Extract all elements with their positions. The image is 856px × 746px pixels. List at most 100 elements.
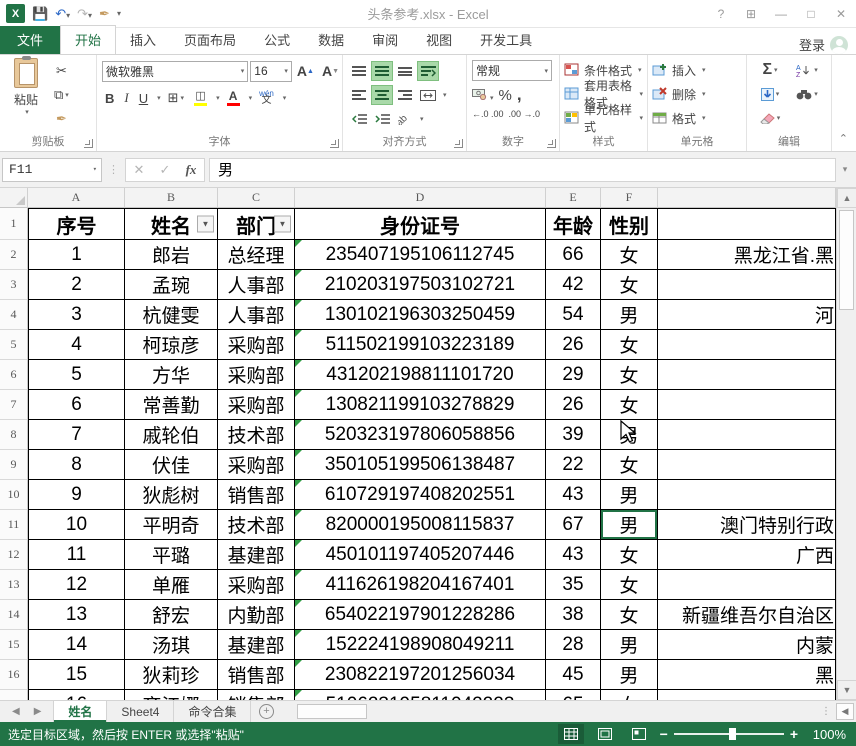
cell-dept[interactable]: 技术部 [218,420,295,450]
cell-id[interactable]: 230822197201256034 [295,660,546,690]
decrease-decimal-button[interactable]: .00 →.0 [509,109,541,119]
cell-styles-button[interactable]: 单元格样式▾ [560,106,647,130]
format-painter-button[interactable]: ✒ [51,108,72,130]
row-header-12[interactable]: 12 [0,540,28,570]
cell-dept[interactable]: 采购部 [218,450,295,480]
cell-age[interactable]: 35 [546,570,601,600]
ribbon-tab-数据[interactable]: 数据 [304,26,358,54]
cell-name[interactable]: 单雁 [125,570,218,600]
align-bottom-button[interactable] [395,62,415,80]
cell-id[interactable]: 520323197806058856 [295,420,546,450]
cell-num[interactable]: 5 [28,360,125,390]
ribbon-tab-审阅[interactable]: 审阅 [358,26,412,54]
cell-id[interactable]: 820000195008115837 [295,510,546,540]
prev-sheet-icon[interactable]: ◀ [12,706,20,717]
cell-age[interactable]: 67 [546,510,601,540]
copy-button[interactable]: ⧉▾ [51,84,72,106]
cell-gender[interactable]: 女 [601,540,658,570]
cell-extra[interactable] [658,570,836,600]
borders-button[interactable]: ⊞▾ [165,87,187,109]
align-left-button[interactable] [349,86,369,104]
cell-name[interactable]: 柯琼彦 [125,330,218,360]
cell-num[interactable]: 4 [28,330,125,360]
row-header-11[interactable]: 11 [0,510,28,540]
header-cell-性别[interactable]: 性别 [601,208,658,240]
cell-gender[interactable]: 女 [601,690,658,700]
decrease-indent-button[interactable] [349,110,369,128]
formula-input[interactable]: 男 [209,158,836,182]
zoom-slider[interactable] [674,733,784,735]
zoom-slider-thumb[interactable] [729,728,736,740]
cell-num[interactable]: 13 [28,600,125,630]
cell-age[interactable]: 66 [546,240,601,270]
cell-age[interactable]: 28 [546,630,601,660]
row-header-17[interactable]: 17 [0,690,28,700]
fill-color-button[interactable]: ◫ [191,87,210,109]
cell-extra[interactable]: 河 [658,300,836,330]
cell-gender[interactable]: 男 [601,630,658,660]
row-header-13[interactable]: 13 [0,570,28,600]
cell-extra[interactable]: 广西 [658,540,836,570]
cell-dept[interactable]: 总经理 [218,240,295,270]
header-cell-身份证号[interactable]: 身份证号 [295,208,546,240]
cell-num[interactable]: 11 [28,540,125,570]
format-painter-icon[interactable]: ✒ [99,7,110,20]
shrink-font-button[interactable]: A▼ [319,60,342,82]
cell-num[interactable]: 9 [28,480,125,510]
cell-name[interactable]: 平明奇 [125,510,218,540]
cell-age[interactable]: 45 [546,660,601,690]
scroll-left-icon[interactable]: ◀ [836,703,854,720]
autosum-button[interactable]: Σ▾ [753,59,787,81]
sheet-tab-姓名[interactable]: 姓名 [53,701,107,722]
font-color-caret-icon[interactable]: ▾ [249,94,253,102]
row-header-7[interactable]: 7 [0,390,28,420]
column-header-B[interactable]: B [125,188,218,208]
cell-id[interactable]: 654022197901228286 [295,600,546,630]
ribbon-tab-插入[interactable]: 插入 [116,26,170,54]
header-cell-姓名[interactable]: 姓名▼ [125,208,218,240]
page-layout-view-button[interactable] [592,724,618,744]
maximize-icon[interactable]: □ [796,1,826,27]
cell-id[interactable]: 350105199506138487 [295,450,546,480]
row-header-5[interactable]: 5 [0,330,28,360]
cell-num[interactable]: 3 [28,300,125,330]
align-center-button[interactable] [372,86,392,104]
page-break-view-button[interactable] [626,724,652,744]
cell-dept[interactable]: 基建部 [218,540,295,570]
ribbon-tab-file[interactable]: 文件 [0,26,60,54]
header-cell-序号[interactable]: 序号 [28,208,125,240]
cell-extra[interactable] [658,690,836,700]
cell-name[interactable]: 汤琪 [125,630,218,660]
cell-name[interactable]: 齐江娜 [125,690,218,700]
row-header-2[interactable]: 2 [0,240,28,270]
cell-dept[interactable]: 基建部 [218,630,295,660]
cell-gender[interactable]: 女 [601,240,658,270]
selected-cell-F11[interactable]: 男 [601,510,658,540]
name-box[interactable]: F11 ▾ [2,158,102,182]
close-icon[interactable]: ✕ [826,1,856,27]
row-header-15[interactable]: 15 [0,630,28,660]
ribbon-tab-视图[interactable]: 视图 [412,26,466,54]
cell-extra[interactable] [658,450,836,480]
font-color-button[interactable]: A [224,87,243,109]
cell-extra[interactable] [658,390,836,420]
vertical-scrollbar[interactable]: ▲ ▼ [836,188,856,700]
cell-extra[interactable] [658,270,836,300]
cell-num[interactable]: 10 [28,510,125,540]
insert-function-icon[interactable]: fx [178,162,204,178]
cell-id[interactable]: 130102196303250459 [295,300,546,330]
cell-age[interactable]: 26 [546,390,601,420]
cell-num[interactable]: 8 [28,450,125,480]
ribbon-tab-页面布局[interactable]: 页面布局 [170,26,250,54]
cell-dept[interactable]: 采购部 [218,360,295,390]
cell-name[interactable]: 狄莉珍 [125,660,218,690]
redo-icon[interactable]: ↷▾ [77,7,92,20]
cell-age[interactable]: 43 [546,480,601,510]
row-header-3[interactable]: 3 [0,270,28,300]
zoom-level[interactable]: 100% [806,727,846,742]
cell-id[interactable]: 510623195811042223 [295,690,546,700]
header-cell-empty[interactable] [658,208,836,240]
customize-qat-icon[interactable]: ▾ [117,9,121,18]
cell-id[interactable]: 152224198908049211 [295,630,546,660]
scroll-down-icon[interactable]: ▼ [837,680,856,700]
